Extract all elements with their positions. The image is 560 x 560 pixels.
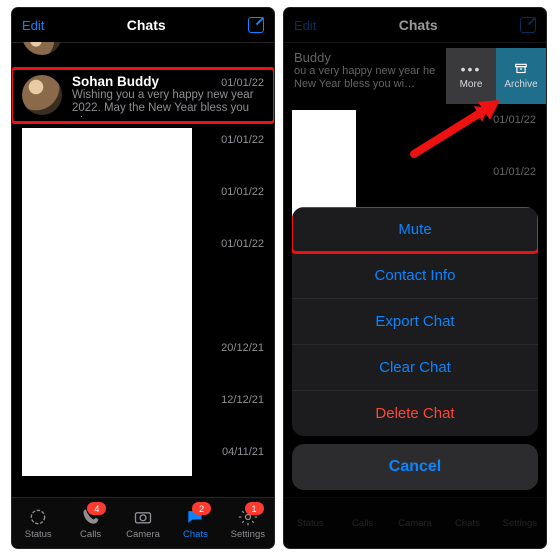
compose-icon[interactable] xyxy=(248,17,264,33)
chat-name: Buddy xyxy=(294,50,446,65)
chat-row-swiped[interactable]: Buddy ou a very happy new year he New Ye… xyxy=(284,50,446,102)
tab-calls: Calls xyxy=(336,498,388,548)
swipe-actions: •••More Archive xyxy=(446,48,546,104)
chat-date: 01/01/22 xyxy=(493,166,536,178)
page-title: Chats xyxy=(127,17,166,33)
swipe-more-button[interactable]: •••More xyxy=(446,48,496,104)
badge: 1 xyxy=(245,502,264,515)
badge: 4 xyxy=(87,502,106,515)
tab-bar: Status Calls4 Camera Chats2 Settings1 xyxy=(12,497,274,548)
chat-date: 04/11/21 xyxy=(222,446,264,458)
chat-date: 01/01/22 xyxy=(221,134,264,146)
chat-row-partial[interactable] xyxy=(12,42,274,69)
tab-calls[interactable]: Calls4 xyxy=(64,498,116,548)
tab-status: Status xyxy=(284,498,336,548)
chat-date: 01/01/22 xyxy=(221,186,264,198)
chat-preview: ou a very happy new year he New Year ble… xyxy=(294,65,446,91)
avatar xyxy=(22,75,62,115)
tab-camera: Camera xyxy=(389,498,441,548)
chat-list: Sohan Buddy Wishing you a very happy new… xyxy=(12,42,274,498)
tab-settings[interactable]: Settings1 xyxy=(222,498,274,548)
tab-camera[interactable]: Camera xyxy=(117,498,169,548)
sheet-delete-chat[interactable]: Delete Chat xyxy=(292,390,538,436)
sheet-export-chat[interactable]: Export Chat xyxy=(292,298,538,344)
swipe-archive-button[interactable]: Archive xyxy=(496,48,546,104)
chat-date: 20/12/21 xyxy=(221,342,264,354)
chat-row-highlighted[interactable]: Sohan Buddy Wishing you a very happy new… xyxy=(12,69,274,122)
phone-left: Edit Chats Sohan Buddy Wishing you a ver… xyxy=(12,8,274,548)
chat-date: 01/01/22 xyxy=(221,77,264,89)
action-sheet: Mute Contact Info Export Chat Clear Chat… xyxy=(292,207,538,490)
sheet-mute[interactable]: Mute xyxy=(292,207,538,252)
tab-status[interactable]: Status xyxy=(12,498,64,548)
chat-list: Buddy ou a very happy new year he New Ye… xyxy=(284,42,546,498)
edit-button[interactable]: Edit xyxy=(294,18,316,33)
chat-date: 12/12/21 xyxy=(221,394,264,406)
tab-chats: Chats xyxy=(441,498,493,548)
phone-right: Edit Chats Buddy ou a very happy new yea… xyxy=(284,8,546,548)
avatar xyxy=(22,42,62,55)
redaction-block xyxy=(22,128,192,476)
chat-date: 01/01/22 xyxy=(221,238,264,250)
sheet-cancel[interactable]: Cancel xyxy=(292,444,538,490)
sheet-contact-info[interactable]: Contact Info xyxy=(292,252,538,298)
tab-settings: Settings xyxy=(494,498,546,548)
chat-date: 01/01/22 xyxy=(493,114,536,126)
tab-chats[interactable]: Chats2 xyxy=(169,498,221,548)
badge: 2 xyxy=(192,502,211,515)
nav-bar: Edit Chats xyxy=(12,8,274,43)
chat-preview: Wishing you a very happy new year 2022. … xyxy=(72,89,264,117)
sheet-clear-chat[interactable]: Clear Chat xyxy=(292,344,538,390)
more-icon: ••• xyxy=(461,62,482,76)
tab-bar: Status Calls Camera Chats Settings xyxy=(284,497,546,548)
compose-icon[interactable] xyxy=(520,17,536,33)
edit-button[interactable]: Edit xyxy=(22,18,44,33)
nav-bar: Edit Chats xyxy=(284,8,546,43)
sheet-group: Mute Contact Info Export Chat Clear Chat… xyxy=(292,207,538,436)
page-title: Chats xyxy=(399,17,438,33)
